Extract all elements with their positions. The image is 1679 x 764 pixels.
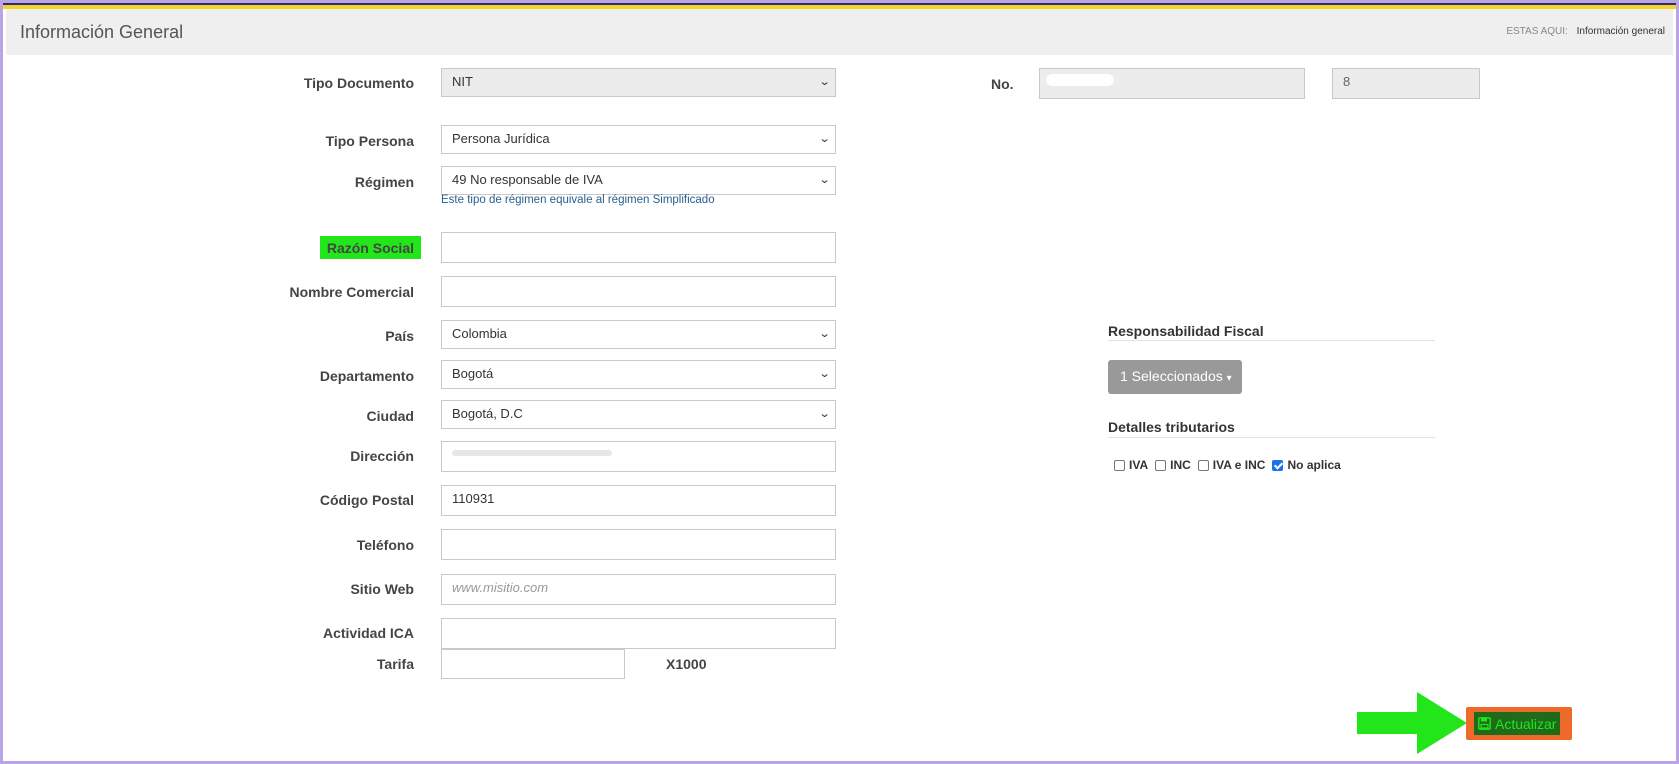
page-header: Información General ESTAS AQUI: Informac… xyxy=(6,9,1673,55)
iva-checkbox[interactable] xyxy=(1114,459,1125,471)
departamento-value: Bogotá xyxy=(452,366,494,381)
redacted-address xyxy=(452,450,612,456)
actualizar-label: Actualizar xyxy=(1495,715,1557,732)
chevron-down-icon: ⌄ xyxy=(818,368,831,380)
actualizar-button-inner: Actualizar xyxy=(1474,712,1561,735)
tarifa-label: Tarifa xyxy=(376,656,414,672)
razon-social-label: Razón Social xyxy=(326,240,414,256)
breadcrumb-current[interactable]: Información general xyxy=(1577,26,1665,37)
razon-social-input[interactable] xyxy=(441,232,836,263)
no-aplica-label: No aplica xyxy=(1287,458,1341,472)
redacted-number xyxy=(1046,74,1114,86)
actividad-ica-input[interactable] xyxy=(441,618,836,649)
nombre-comercial-input[interactable] xyxy=(441,276,836,307)
pais-value: Colombia xyxy=(452,326,507,341)
tarifa-suffix: X1000 xyxy=(666,656,707,672)
codigo-postal-label: Código Postal xyxy=(319,492,414,508)
actividad-ica-label: Actividad ICA xyxy=(322,625,414,641)
chevron-down-icon: ⌄ xyxy=(818,133,831,145)
detalles-tributarios-title: Detalles tributarios xyxy=(1108,419,1235,435)
option-iva-e-inc[interactable]: IVA e INC xyxy=(1196,458,1266,472)
option-iva[interactable]: IVA xyxy=(1112,458,1148,472)
nombre-comercial-label: Nombre Comercial xyxy=(289,284,414,300)
breadcrumb: ESTAS AQUI: Información general xyxy=(1506,26,1665,37)
pais-select[interactable]: Colombia ⌄ xyxy=(441,320,836,349)
iva-e-inc-label: IVA e INC xyxy=(1212,458,1266,472)
telefono-input[interactable] xyxy=(441,529,836,560)
tipo-documento-select[interactable]: NIT ⌄ xyxy=(441,68,836,97)
numero-label: No. xyxy=(991,76,1014,92)
responsabilidad-fiscal-title: Responsabilidad Fiscal xyxy=(1108,323,1264,339)
detalles-tributarios-options: IVA INC IVA e INC No aplica xyxy=(1112,458,1346,472)
iva-label: IVA xyxy=(1129,458,1149,472)
iva-e-inc-checkbox[interactable] xyxy=(1197,459,1209,471)
floppy-disk-icon xyxy=(1478,717,1491,730)
direccion-input[interactable] xyxy=(441,441,836,472)
no-aplica-checkbox[interactable] xyxy=(1272,459,1284,471)
tipo-persona-value: Persona Jurídica xyxy=(452,131,550,146)
tipo-documento-label: Tipo Documento xyxy=(303,75,414,91)
ciudad-value: Bogotá, D.C xyxy=(452,406,523,421)
regimen-label: Régimen xyxy=(354,174,414,190)
responsabilidad-multiselect-button[interactable]: 1 Seleccionados ▾ xyxy=(1108,360,1242,394)
tipo-persona-label: Tipo Persona xyxy=(325,133,414,149)
breadcrumb-prefix: ESTAS AQUI: xyxy=(1506,26,1568,37)
tipo-documento-value: NIT xyxy=(452,74,473,89)
numero-input[interactable] xyxy=(1039,68,1305,99)
direccion-label: Dirección xyxy=(350,448,414,464)
window-frame xyxy=(0,0,1679,764)
responsabilidad-button-label: 1 Seleccionados xyxy=(1120,368,1223,384)
digito-verificacion-input[interactable]: 8 xyxy=(1332,68,1480,99)
pais-label: País xyxy=(385,328,414,344)
tarifa-input[interactable] xyxy=(441,649,625,679)
actualizar-button[interactable]: Actualizar xyxy=(1466,707,1572,740)
chevron-down-icon: ⌄ xyxy=(818,328,831,340)
inc-label: INC xyxy=(1170,458,1191,472)
page-title: Información General xyxy=(20,22,184,42)
chevron-down-icon: ⌄ xyxy=(818,174,831,186)
regimen-help-text: Este tipo de régimen equivale al régimen… xyxy=(441,194,715,206)
caret-down-icon: ▾ xyxy=(1226,373,1232,384)
arrow-right-icon xyxy=(1357,692,1467,754)
digito-verificacion-value: 8 xyxy=(1343,74,1351,89)
inc-checkbox[interactable] xyxy=(1155,459,1167,471)
option-inc[interactable]: INC xyxy=(1153,458,1191,472)
option-no-aplica[interactable]: No aplica xyxy=(1270,458,1341,472)
departamento-select[interactable]: Bogotá ⌄ xyxy=(441,360,836,389)
section-divider xyxy=(1108,340,1435,341)
departamento-label: Departamento xyxy=(319,368,414,384)
sitio-web-label: Sitio Web xyxy=(350,581,414,597)
chevron-down-icon: ⌄ xyxy=(818,76,831,88)
sitio-web-placeholder: www.misitio.com xyxy=(452,580,549,595)
chevron-down-icon: ⌄ xyxy=(818,408,831,420)
tipo-persona-select[interactable]: Persona Jurídica ⌄ xyxy=(441,125,836,154)
section-divider xyxy=(1108,437,1435,438)
regimen-select[interactable]: 49 No responsable de IVA ⌄ xyxy=(441,166,836,195)
codigo-postal-input[interactable]: 110931 xyxy=(441,485,836,516)
telefono-label: Teléfono xyxy=(356,537,414,553)
ciudad-label: Ciudad xyxy=(366,408,414,424)
ciudad-select[interactable]: Bogotá, D.C ⌄ xyxy=(441,400,836,429)
regimen-value: 49 No responsable de IVA xyxy=(452,172,603,187)
sitio-web-input[interactable]: www.misitio.com xyxy=(441,574,836,605)
